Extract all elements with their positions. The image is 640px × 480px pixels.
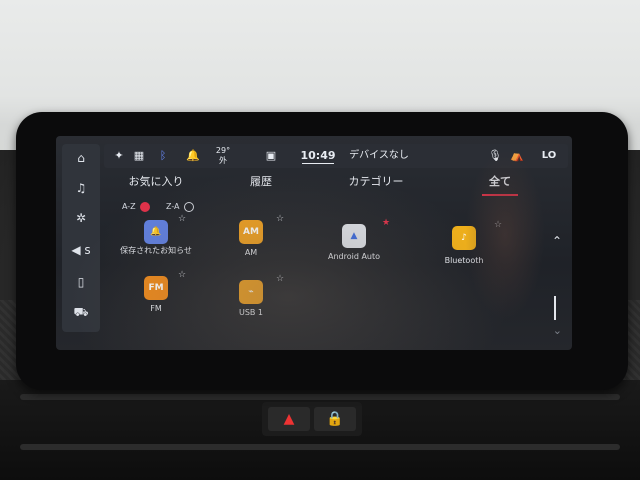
- saved-notifications-tile[interactable]: 🔔: [144, 220, 168, 244]
- vent-slat: [20, 394, 620, 400]
- seat-fan-icon[interactable]: ✲: [62, 206, 100, 230]
- scrollbar[interactable]: [554, 296, 556, 320]
- phone-connect-icon[interactable]: ▣: [262, 144, 280, 168]
- sort-za-radio[interactable]: [183, 201, 194, 212]
- star-icon[interactable]: ☆: [178, 214, 186, 224]
- clock-underline: [302, 163, 334, 164]
- am-label: AM: [244, 248, 258, 257]
- tab-history[interactable]: 履歴: [241, 172, 281, 192]
- bell-icon[interactable]: 🔔: [184, 144, 202, 168]
- star-icon[interactable]: ☆: [178, 270, 186, 280]
- door-lock-button[interactable]: 🔒: [314, 407, 356, 431]
- apps-grid-icon[interactable]: ▦: [130, 144, 148, 168]
- outside-temperature: 29° 外: [212, 146, 234, 170]
- fm-tile[interactable]: FM: [144, 276, 168, 300]
- music-note-icon[interactable]: ♫: [62, 176, 100, 200]
- vent-slat: [20, 444, 620, 450]
- clock: 10:49: [300, 149, 336, 162]
- home-icon[interactable]: ⌂: [62, 146, 100, 170]
- usb-tile[interactable]: ⌁: [239, 280, 263, 304]
- seat-heat-icon[interactable]: ✦: [110, 144, 128, 168]
- tab-favorites[interactable]: お気に入り: [126, 172, 186, 192]
- reflection-smudge: [465, 150, 545, 320]
- scroll-up-icon[interactable]: ⌃: [552, 234, 562, 248]
- sort-az[interactable]: A-Z: [122, 200, 150, 214]
- bluetooth-status-icon: ᛒ: [159, 149, 167, 162]
- usb-label: USB 1: [238, 308, 264, 317]
- temperature-value: 29°: [215, 146, 231, 155]
- temperature-label: 外: [219, 156, 227, 165]
- fm-label: FM: [150, 304, 162, 313]
- device-status: デバイスなし: [349, 150, 409, 161]
- scroll-down-icon[interactable]: ⌄: [553, 324, 562, 337]
- star-icon[interactable]: ☆: [276, 274, 284, 284]
- sort-za-label: Z-A: [166, 202, 180, 211]
- android-auto-tile[interactable]: ▲: [342, 224, 366, 248]
- star-icon[interactable]: ☆: [276, 214, 284, 224]
- volume-icon[interactable]: ◀ s: [62, 238, 100, 262]
- hazard-lock-panel: ▲ 🔒: [262, 402, 362, 436]
- tab-categories[interactable]: カテゴリー: [341, 172, 411, 192]
- sort-az-radio[interactable]: [139, 201, 150, 212]
- android-auto-label: Android Auto: [327, 252, 381, 261]
- favorite-star-icon[interactable]: ★: [382, 218, 390, 228]
- car-icon[interactable]: ⛟: [62, 300, 100, 324]
- sort-za[interactable]: Z-A: [166, 200, 194, 214]
- am-tile[interactable]: AM: [239, 220, 263, 244]
- hazard-button[interactable]: ▲: [268, 407, 310, 431]
- sidebar: ⌂ ♫ ✲ ◀ s ▯ ⛟: [62, 144, 100, 332]
- sort-az-label: A-Z: [122, 202, 136, 211]
- saved-notifications-label: 保存されたお知らせ: [120, 246, 192, 255]
- phone-icon[interactable]: ▯: [62, 270, 100, 294]
